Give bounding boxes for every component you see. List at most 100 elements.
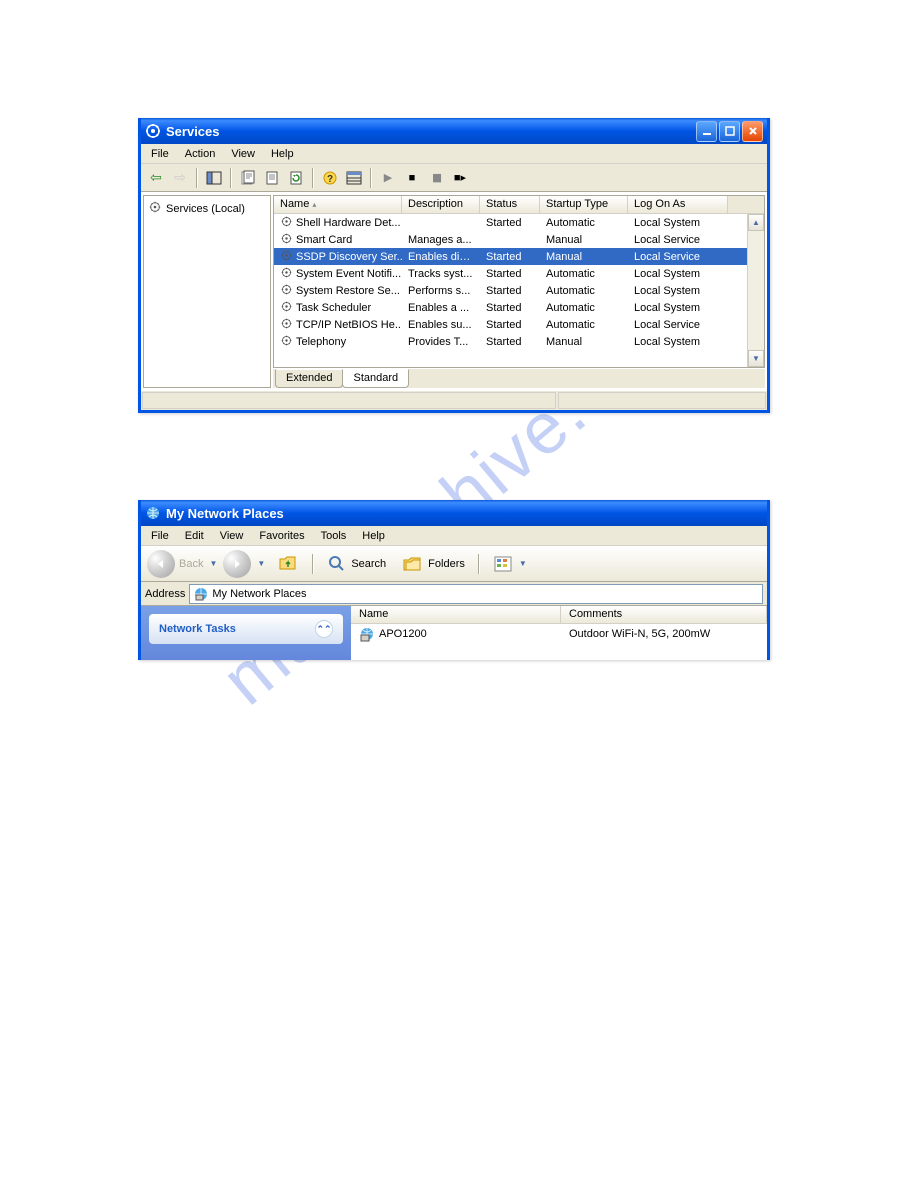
services-tree[interactable]: Services (Local) — [143, 195, 271, 388]
menu-favorites[interactable]: Favorites — [253, 528, 310, 544]
services-title: Services — [166, 124, 220, 139]
pause-service-icon[interactable]: ▮▮ — [425, 167, 447, 189]
network-tasks-header[interactable]: Network Tasks ⌃⌃ — [149, 614, 343, 644]
network-tasks-label: Network Tasks — [159, 623, 236, 635]
col-log-on-as[interactable]: Log On As — [628, 196, 728, 213]
services-view-tabs: Extended Standard — [273, 368, 765, 388]
menu-view[interactable]: View — [225, 146, 261, 162]
device-globe-icon — [359, 626, 375, 642]
restart-service-icon[interactable]: ■▸ — [449, 167, 471, 189]
menu-help[interactable]: Help — [265, 146, 300, 162]
menu-tools[interactable]: Tools — [315, 528, 353, 544]
forward-icon[interactable]: ⇨ — [169, 167, 191, 189]
network-places-icon — [145, 505, 161, 521]
menu-file[interactable]: File — [145, 528, 175, 544]
service-description: Performs s... — [402, 285, 480, 297]
tree-item-services-local[interactable]: Services (Local) — [148, 200, 266, 217]
service-startup: Manual — [540, 234, 628, 246]
table-row[interactable]: Smart CardManages a...ManualLocal Servic… — [274, 231, 764, 248]
table-row[interactable]: TelephonyProvides T...StartedManualLocal… — [274, 333, 764, 350]
details-view-icon[interactable] — [343, 167, 365, 189]
service-name: System Restore Se... — [296, 285, 400, 297]
network-menubar: File Edit View Favorites Tools Help — [141, 526, 767, 546]
forward-dropdown-icon[interactable]: ▼ — [257, 559, 265, 568]
service-startup: Automatic — [540, 268, 628, 280]
vertical-scrollbar[interactable]: ▲ ▼ — [747, 214, 764, 367]
col-comments[interactable]: Comments — [561, 606, 767, 623]
service-name: Shell Hardware Det... — [296, 217, 401, 229]
tab-extended[interactable]: Extended — [275, 369, 343, 388]
item-comments: Outdoor WiFi-N, 5G, 200mW — [561, 628, 767, 640]
service-startup: Manual — [540, 336, 628, 348]
services-titlebar[interactable]: Services — [141, 118, 767, 144]
table-row[interactable]: TCP/IP NetBIOS He...Enables su...Started… — [274, 316, 764, 333]
service-description: Provides T... — [402, 336, 480, 348]
scroll-up-icon[interactable]: ▲ — [748, 214, 764, 231]
network-toolbar: Back ▼ ▼ Search Folders ▼ — [141, 546, 767, 582]
service-logon: Local System — [628, 217, 728, 229]
minimize-button[interactable] — [696, 121, 717, 142]
col-name[interactable]: Name ▴ — [274, 196, 402, 213]
show-hide-tree-icon[interactable] — [203, 167, 225, 189]
menu-edit[interactable]: Edit — [179, 528, 210, 544]
tab-standard[interactable]: Standard — [342, 369, 409, 388]
col-description[interactable]: Description — [402, 196, 480, 213]
menu-action[interactable]: Action — [179, 146, 222, 162]
menu-file[interactable]: File — [145, 146, 175, 162]
menu-view[interactable]: View — [214, 528, 250, 544]
service-name: Telephony — [296, 336, 346, 348]
help-icon[interactable]: ? — [319, 167, 341, 189]
back-dropdown-icon[interactable]: ▼ — [209, 559, 217, 568]
maximize-button[interactable] — [719, 121, 740, 142]
up-folder-icon[interactable] — [277, 551, 299, 576]
services-app-icon — [145, 123, 161, 139]
service-status: Started — [480, 268, 540, 280]
properties-icon[interactable] — [237, 167, 259, 189]
search-button[interactable]: Search — [321, 554, 392, 574]
views-dropdown-icon[interactable]: ▼ — [519, 559, 527, 568]
service-status: Started — [480, 217, 540, 229]
scroll-down-icon[interactable]: ▼ — [748, 350, 764, 367]
service-startup: Manual — [540, 251, 628, 263]
stop-service-icon[interactable]: ■ — [401, 167, 423, 189]
forward-button[interactable] — [223, 550, 251, 578]
back-button[interactable] — [147, 550, 175, 578]
network-places-window: My Network Places File Edit View Favorit… — [138, 500, 770, 660]
service-icon — [280, 215, 293, 231]
collapse-icon[interactable]: ⌃⌃ — [315, 620, 333, 638]
table-row[interactable]: Shell Hardware Det... StartedAutomaticLoc… — [274, 214, 764, 231]
service-logon: Local Service — [628, 234, 728, 246]
tasks-panel: Network Tasks ⌃⌃ — [141, 606, 351, 660]
col-status[interactable]: Status — [480, 196, 540, 213]
table-row[interactable]: System Restore Se...Performs s...Started… — [274, 282, 764, 299]
svg-text:?: ? — [327, 174, 333, 185]
folders-button[interactable]: Folders — [396, 554, 471, 574]
service-description: Manages a... — [402, 234, 480, 246]
table-row[interactable]: SSDP Discovery Ser...Enables dis...Start… — [274, 248, 764, 265]
refresh-icon[interactable] — [285, 167, 307, 189]
table-row[interactable]: Task SchedulerEnables a ...StartedAutoma… — [274, 299, 764, 316]
services-table-header: Name ▴ Description Status Startup Type L… — [274, 196, 764, 214]
service-icon — [280, 317, 293, 333]
address-input[interactable]: My Network Places — [189, 584, 763, 604]
col-name[interactable]: Name — [351, 606, 561, 623]
service-logon: Local System — [628, 336, 728, 348]
start-service-icon[interactable]: ▶ — [377, 167, 399, 189]
service-icon — [280, 334, 293, 350]
list-item[interactable]: APO1200 Outdoor WiFi-N, 5G, 200mW — [351, 624, 767, 644]
back-icon[interactable]: ⇦ — [145, 167, 167, 189]
table-row[interactable]: System Event Notifi...Tracks syst...Star… — [274, 265, 764, 282]
views-button[interactable]: ▼ — [487, 555, 535, 573]
network-titlebar[interactable]: My Network Places — [141, 500, 767, 526]
menu-help[interactable]: Help — [356, 528, 391, 544]
close-button[interactable] — [742, 121, 763, 142]
service-logon: Local System — [628, 285, 728, 297]
service-logon: Local Service — [628, 319, 728, 331]
service-startup: Automatic — [540, 217, 628, 229]
service-icon — [280, 283, 293, 299]
export-list-icon[interactable] — [261, 167, 283, 189]
services-toolbar: ⇦ ⇨ ? ▶ ■ ▮▮ ■▸ — [141, 164, 767, 192]
col-startup-type[interactable]: Startup Type — [540, 196, 628, 213]
network-list: Name Comments APO1200 Outdoor WiFi-N, 5G… — [351, 606, 767, 660]
service-icon — [280, 266, 293, 282]
